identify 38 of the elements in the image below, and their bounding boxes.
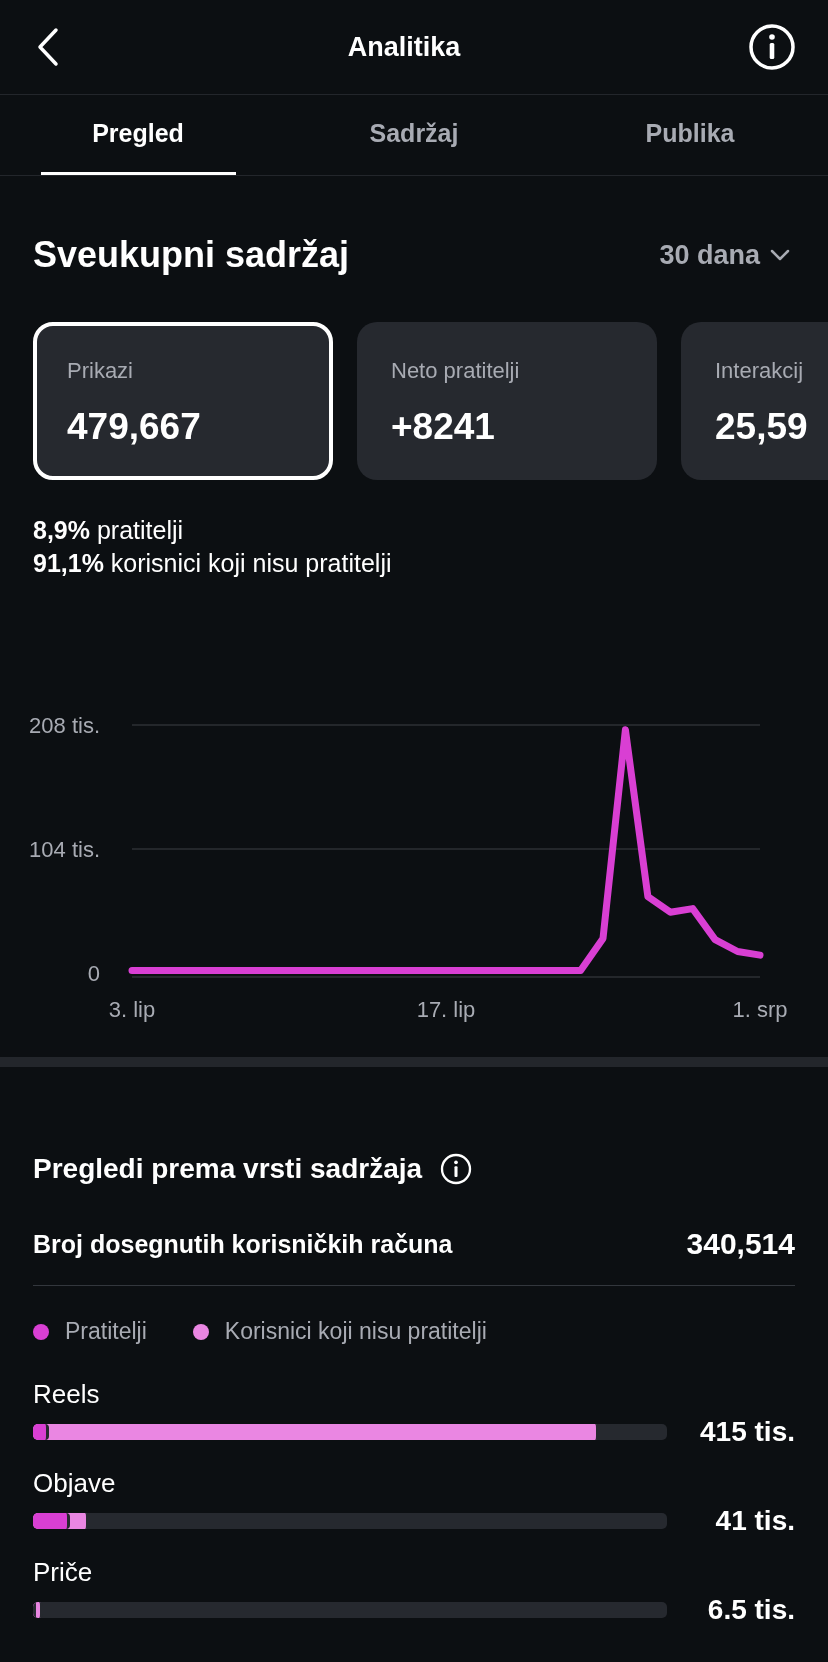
legend-label: Korisnici koji nisu pratitelji bbox=[224, 1318, 487, 1345]
metric-card[interactable]: Neto pratitelji +8241 bbox=[357, 322, 657, 480]
audience-share: 8,9% pratitelji bbox=[33, 515, 185, 546]
legend-label: Pratitelji bbox=[65, 1318, 147, 1345]
metric-value: 479,667 bbox=[67, 406, 202, 448]
y-axis-label: 104 tis. bbox=[29, 837, 100, 862]
info-icon[interactable] bbox=[440, 1153, 473, 1185]
metric-label: Interakcij bbox=[715, 358, 805, 384]
tab[interactable]: Pregled bbox=[40, 95, 236, 175]
x-axis-label: 17. lip bbox=[416, 997, 476, 1022]
metric-label: Prikazi bbox=[67, 358, 134, 384]
content-type-value: 6.5 tis. bbox=[707, 1594, 795, 1626]
content-type-label: Objave bbox=[33, 1468, 117, 1499]
tab[interactable]: Publika bbox=[592, 95, 788, 175]
reach-value: 340,514 bbox=[686, 1227, 795, 1261]
x-axis-label: 3. lip bbox=[108, 997, 156, 1022]
back-icon[interactable] bbox=[36, 27, 60, 67]
content-type-value: 415 tis. bbox=[700, 1416, 795, 1448]
tab[interactable]: Sadržaj bbox=[316, 95, 512, 175]
page-title: Analitika bbox=[347, 31, 461, 63]
x-axis-label: 1. srp bbox=[732, 997, 788, 1022]
content-type-value: 41 tis. bbox=[715, 1505, 795, 1537]
metric-card[interactable]: Prikazi 479,667 bbox=[33, 322, 333, 480]
y-axis-label: 0 bbox=[87, 961, 100, 986]
metric-card[interactable]: Interakcij 25,59 bbox=[681, 322, 828, 480]
audience-share: 91,1% korisnici koji nisu pratitelji bbox=[33, 547, 393, 579]
section-title: Pregledi prema vrsti sadržaja bbox=[33, 1153, 423, 1185]
period-dropdown[interactable]: 30 dana bbox=[659, 239, 790, 271]
info-icon[interactable] bbox=[748, 23, 796, 71]
reach-label: Broj dosegnutih korisničkih računa bbox=[33, 1229, 453, 1259]
y-axis-label: 208 tis. bbox=[29, 713, 100, 738]
content-type-label: Priče bbox=[33, 1557, 94, 1588]
content-type-label: Reels bbox=[33, 1379, 101, 1410]
metric-label: Neto pratitelji bbox=[391, 358, 521, 384]
section-title: Sveukupni sadržaj bbox=[33, 234, 350, 276]
chevron-down-icon bbox=[770, 249, 790, 261]
metric-value: +8241 bbox=[391, 406, 496, 448]
metric-value: 25,59 bbox=[715, 406, 809, 448]
